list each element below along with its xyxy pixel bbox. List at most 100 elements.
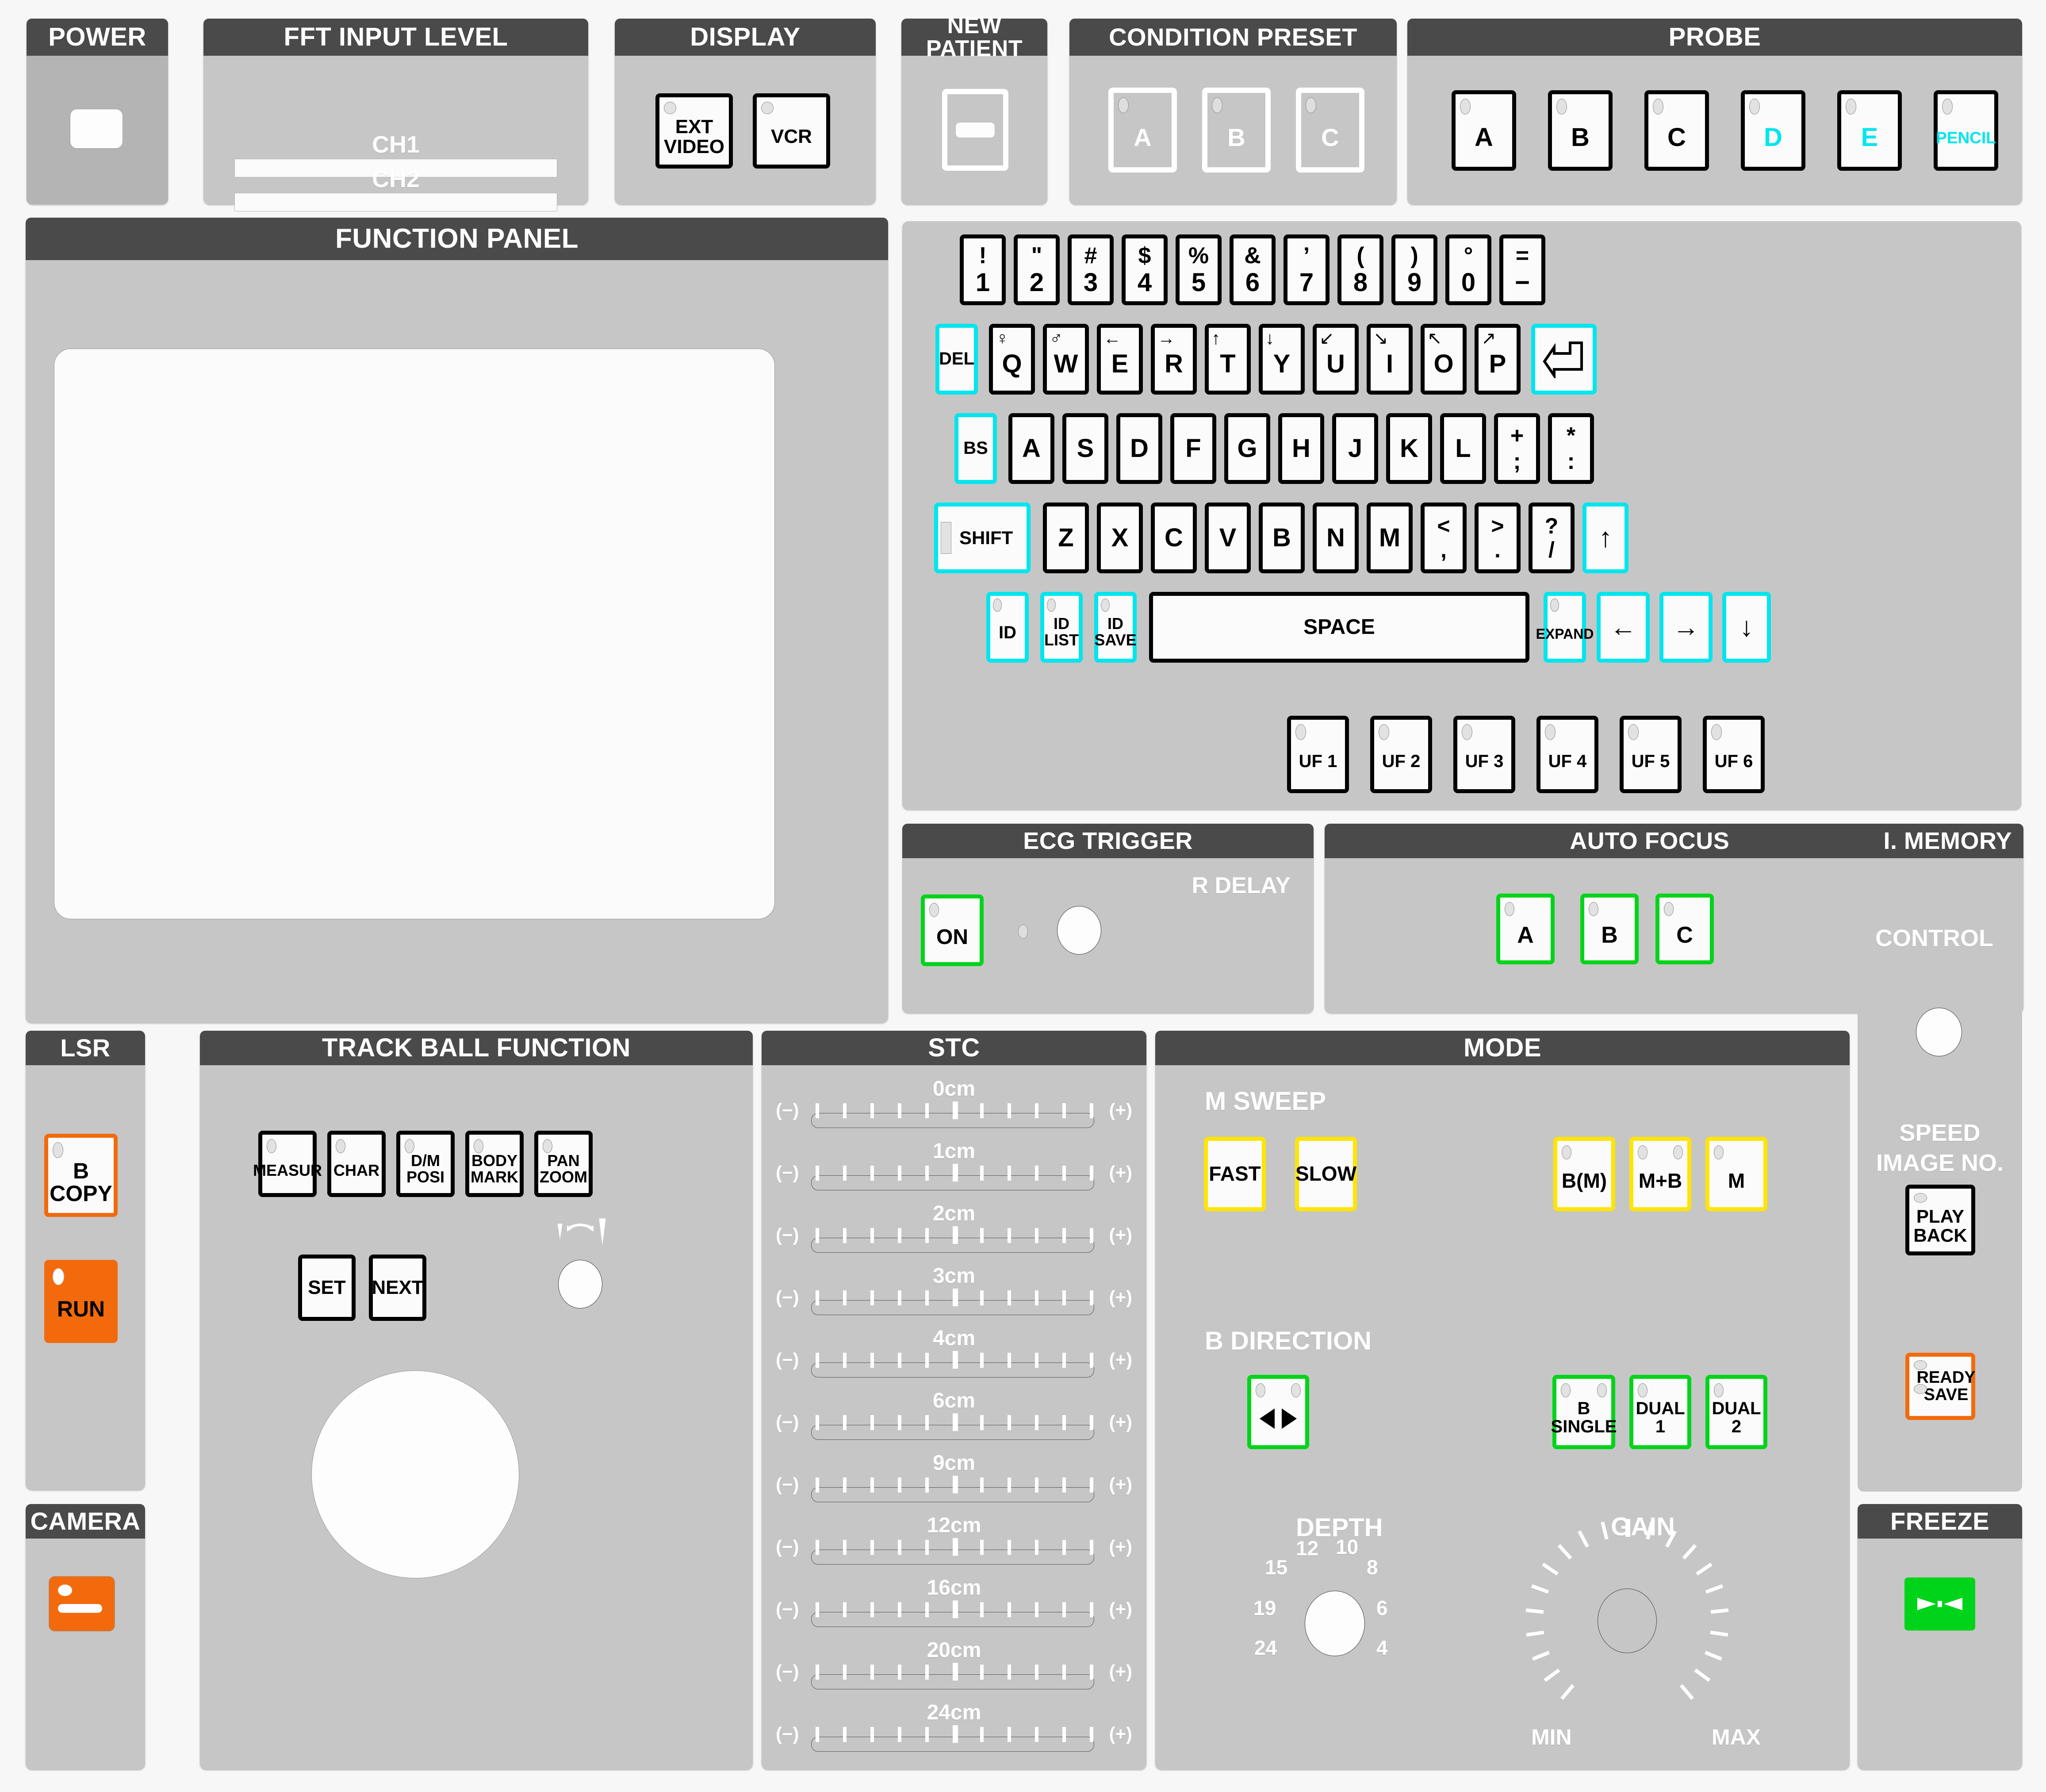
m-sweep-fast-button[interactable]: FAST [1204,1137,1266,1211]
key-enter[interactable] [1531,324,1597,395]
measur-button[interactable]: MEASUR [253,1131,322,1197]
key-E[interactable]: ← E [1097,324,1143,395]
key-num-5[interactable]: % 5 [1176,234,1222,305]
key-punct-z1[interactable]: >. [1475,503,1521,573]
key-uf-4[interactable]: UF 4 [1536,716,1598,793]
key-Z[interactable]: Z [1043,503,1089,573]
function-panel-screen[interactable] [54,349,775,919]
condition-preset-button-a[interactable]: A [1108,88,1177,173]
probe-button-pencil[interactable]: PENCIL [1934,90,1998,171]
key-Y[interactable]: ↓ Y [1259,324,1305,395]
pan-zoom-button[interactable]: PAN ZOOM [534,1131,593,1197]
freeze-button[interactable] [1904,1577,1975,1631]
key-num-9[interactable]: ) 9 [1391,234,1437,305]
char-button[interactable]: CHAR [327,1131,386,1197]
i-memory-control-knob[interactable] [1916,1008,1962,1056]
mode-m-button[interactable]: M [1705,1137,1767,1211]
power-switch[interactable] [70,109,123,149]
key-id-list[interactable]: ID LIST [1040,592,1083,663]
auto-focus-button-a[interactable]: A [1496,894,1555,964]
new-patient-button[interactable] [942,89,1008,171]
key-A[interactable]: A [1008,413,1054,484]
m-sweep-slow-button[interactable]: SLOW [1295,1137,1357,1211]
key-num-0[interactable]: ° 0 [1445,234,1491,305]
key-J[interactable]: J [1332,413,1378,484]
key-bs[interactable]: BS [954,413,997,484]
key-uf-3[interactable]: UF 3 [1453,716,1515,793]
next-button[interactable]: NEXT [369,1255,426,1321]
key-space[interactable]: SPACE [1149,592,1529,663]
depth-knob[interactable] [1305,1591,1365,1656]
key-num-8[interactable]: (8 [1337,234,1383,305]
key-arrow-down[interactable]: ↓ [1722,592,1771,663]
key-uf-5[interactable]: UF 5 [1620,716,1682,793]
key-uf-2[interactable]: UF 2 [1370,716,1432,793]
track-ball[interactable] [311,1370,519,1578]
b-single-button[interactable]: B SINGLE [1551,1375,1617,1449]
key-num-3[interactable]: #3 [1068,234,1114,305]
key-Q[interactable]: ♀ Q [989,324,1035,395]
key-V[interactable]: V [1205,503,1251,573]
mode-mplusb-button[interactable]: M+B [1629,1137,1691,1211]
key-M[interactable]: M [1367,503,1413,573]
b-copy-button[interactable]: B COPY [44,1134,118,1217]
key-num-7[interactable]: ’ 7 [1284,234,1330,305]
key-uf-6[interactable]: UF 6 [1703,716,1765,793]
key-R[interactable]: → R [1151,324,1197,395]
key-num-6[interactable]: & 6 [1230,234,1276,305]
key-num-4[interactable]: $4 [1122,234,1168,305]
probe-button-d[interactable]: D [1741,90,1805,171]
key-H[interactable]: H [1278,413,1324,484]
key-B[interactable]: B [1259,503,1305,573]
dm-posi-button[interactable]: D/M POSI [396,1131,455,1197]
key-K[interactable]: K [1386,413,1432,484]
key-W[interactable]: ♂ W [1043,324,1089,395]
b-direction-button[interactable] [1247,1375,1309,1449]
dual-2-button[interactable]: DUAL 2 [1705,1375,1767,1449]
key-punct-z0[interactable]: <, [1421,503,1467,573]
key-C[interactable]: C [1151,503,1197,573]
key-id[interactable]: ID [986,592,1029,663]
run-button[interactable]: RUN [44,1260,118,1343]
key-punct-:[interactable]: *: [1548,413,1594,484]
key-del[interactable]: DEL [935,324,978,395]
r-delay-knob[interactable] [1057,906,1101,955]
ready-save-button[interactable]: READY SAVE [1905,1353,1976,1420]
ch2-level-bar[interactable] [234,193,557,211]
key-L[interactable]: L [1440,413,1486,484]
ecg-on-button[interactable]: ON [921,894,984,966]
key-id-save[interactable]: ID SAVE [1094,592,1137,663]
key-num-2[interactable]: " 2 [1014,234,1060,305]
key-X[interactable]: X [1097,503,1143,573]
key-punct-z2[interactable]: ? / [1529,503,1575,573]
key-D[interactable]: D [1116,413,1162,484]
set-button[interactable]: SET [298,1255,356,1321]
vcr-button[interactable]: VCR [753,93,830,169]
body-mark-button[interactable]: BODY MARK [465,1131,524,1197]
key-T[interactable]: ↑ T [1205,324,1251,395]
key-N[interactable]: N [1313,503,1359,573]
key-U[interactable]: ↙ U [1313,324,1359,395]
probe-button-e[interactable]: E [1837,90,1902,171]
condition-preset-button-c[interactable]: C [1296,88,1364,173]
key-arrow-up[interactable]: ↑ [1582,503,1628,573]
dual-1-button[interactable]: DUAL 1 [1629,1375,1691,1449]
ext-video-button[interactable]: EXT VIDEO [655,93,733,169]
key-O[interactable]: ↖ O [1421,324,1467,395]
probe-button-c[interactable]: C [1644,90,1709,171]
gain-knob[interactable] [1598,1589,1657,1653]
key-F[interactable]: F [1170,413,1216,484]
key-arrow-left[interactable]: ← [1597,592,1650,663]
key-G[interactable]: G [1224,413,1270,484]
key-arrow-right[interactable]: → [1659,592,1713,663]
probe-button-a[interactable]: A [1452,90,1516,171]
key-P[interactable]: ↗ P [1475,324,1521,395]
camera-button[interactable] [49,1576,115,1631]
key-expand[interactable]: EXPAND [1536,592,1594,663]
key-I[interactable]: ↘ I [1367,324,1413,395]
auto-focus-button-b[interactable]: B [1580,894,1639,964]
key-num-1[interactable]: ! 1 [960,234,1006,305]
key-num-−[interactable]: = − [1499,234,1545,305]
play-back-button[interactable]: PLAY BACK [1905,1185,1975,1255]
key-S[interactable]: S [1062,413,1108,484]
